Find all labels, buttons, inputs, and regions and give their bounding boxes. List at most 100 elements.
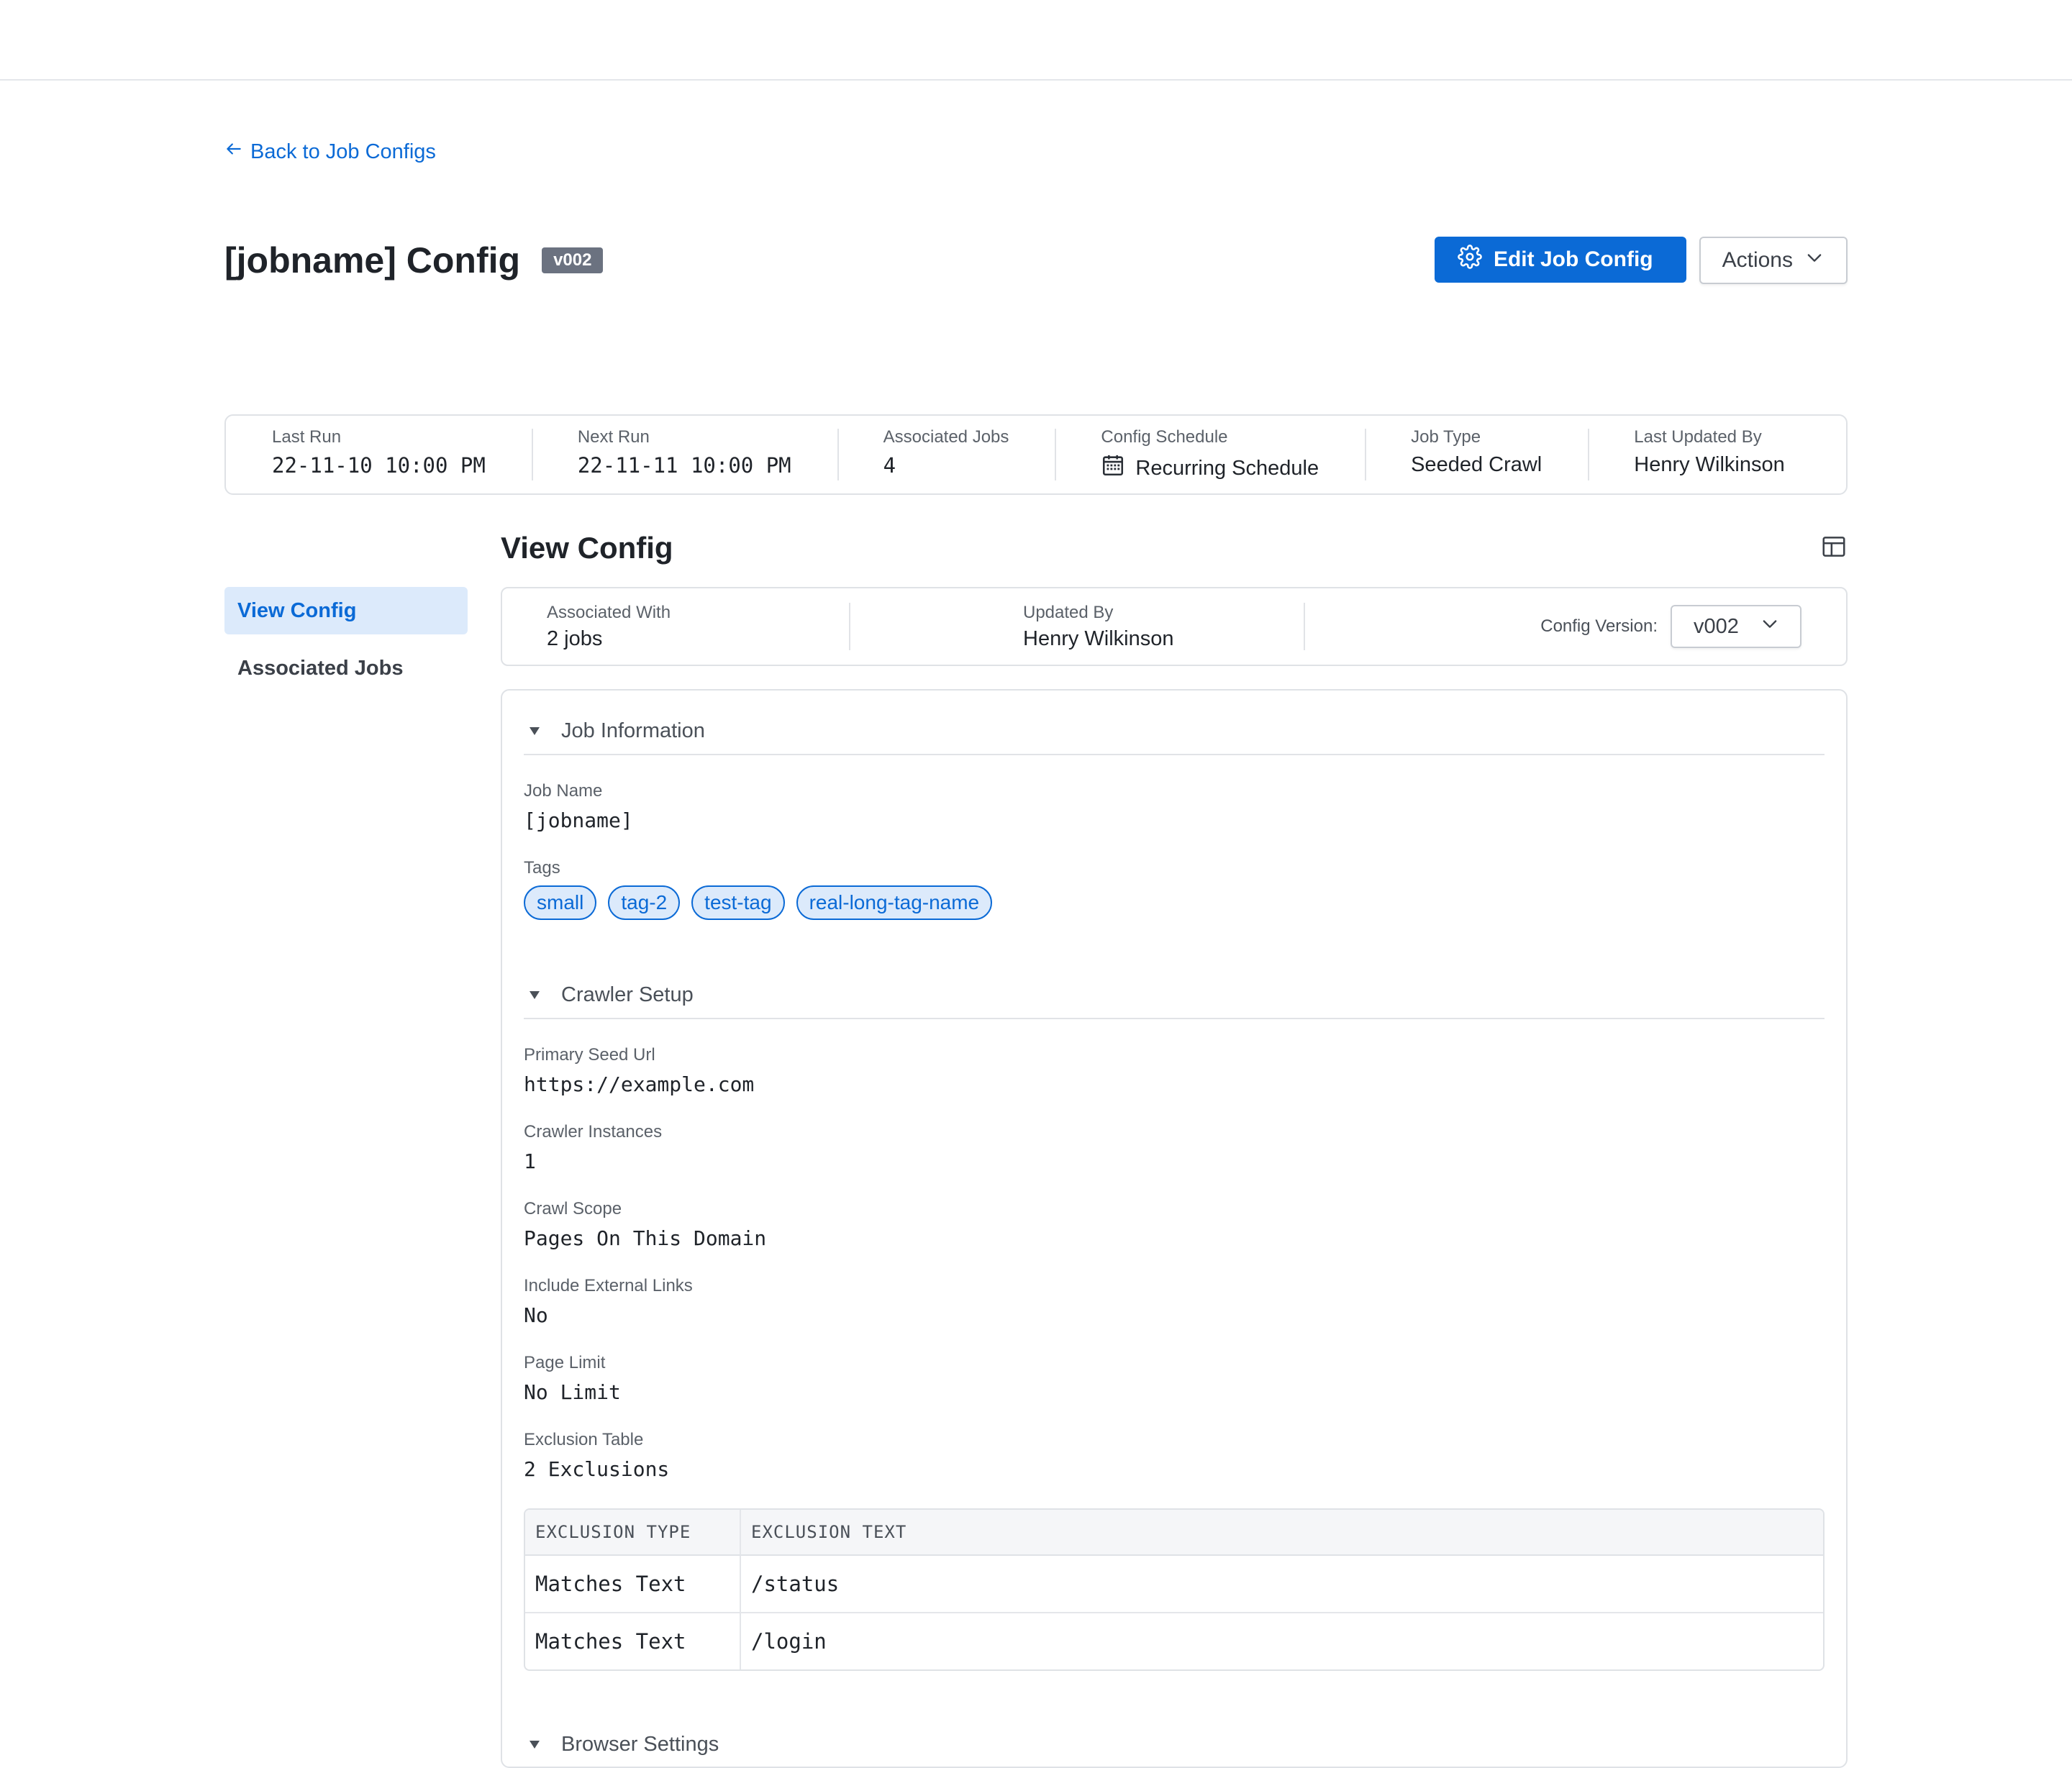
- stat-associated-jobs: Associated Jobs 4: [837, 416, 1055, 493]
- stat-last-run: Last Run 22-11-10 10:00 PM: [226, 416, 532, 493]
- tag: tag-2: [608, 885, 681, 920]
- divider: [1304, 603, 1305, 650]
- back-to-job-configs-link[interactable]: Back to Job Configs: [224, 140, 436, 164]
- field-label: Crawler Instances: [524, 1122, 663, 1142]
- top-bar: [0, 0, 2072, 81]
- section-heading: Job Information: [561, 719, 705, 742]
- config-version-label: Config Version:: [1540, 616, 1658, 636]
- field-primary-seed-url: Primary Seed Url https://example.com: [524, 1045, 1825, 1096]
- stat-label: Job Type: [1411, 427, 1481, 447]
- sidebar-item-view-config[interactable]: View Config: [224, 587, 468, 634]
- updated-by-value: Henry Wilkinson: [1023, 626, 1174, 650]
- section-heading: Crawler Setup: [561, 983, 694, 1006]
- calendar-icon: [1101, 453, 1125, 483]
- field-value: Pages On This Domain: [524, 1226, 767, 1250]
- actions-button[interactable]: Actions: [1699, 237, 1848, 284]
- updated-by: Updated By Henry Wilkinson: [850, 603, 1304, 651]
- main-content: View Config Associated With 2 jobs Updat…: [501, 527, 1848, 1768]
- section-header-browser-settings[interactable]: Browser Settings: [524, 1721, 1825, 1767]
- table-cell: Matches Text: [525, 1613, 741, 1669]
- edit-job-config-button[interactable]: Edit Job Config: [1434, 237, 1686, 283]
- tag: small: [524, 885, 597, 920]
- field-label: Primary Seed Url: [524, 1045, 655, 1065]
- updated-by-label: Updated By: [1023, 602, 1114, 622]
- stat-last-updated-by: Last Updated By Henry Wilkinson: [1588, 416, 1831, 493]
- caret-down-icon: [530, 1740, 540, 1749]
- field-page-limit: Page Limit No Limit: [524, 1353, 1825, 1404]
- stat-next-run: Next Run 22-11-11 10:00 PM: [531, 416, 837, 493]
- main-header: View Config: [501, 527, 1848, 570]
- stat-label: Associated Jobs: [883, 427, 1009, 447]
- stat-job-type: Job Type Seeded Crawl: [1365, 416, 1588, 493]
- stat-value: 4: [883, 453, 896, 478]
- stat-config-schedule: Config Schedule Recurring Schedule: [1055, 416, 1365, 493]
- table-cell: Matches Text: [525, 1556, 741, 1613]
- stat-label: Next Run: [577, 427, 650, 447]
- stat-label: Last Updated By: [1634, 427, 1762, 447]
- side-navigation: View Config Associated Jobs: [224, 587, 468, 702]
- config-version-value: v002: [1694, 614, 1739, 638]
- tag: real-long-tag-name: [796, 885, 993, 920]
- section-title: View Config: [501, 531, 673, 565]
- field-label: Tags: [524, 858, 560, 878]
- layout-toggle-icon[interactable]: [1820, 533, 1848, 564]
- associated-with-label: Associated With: [547, 602, 671, 622]
- associated-with-value: 2 jobs: [547, 626, 603, 650]
- column-header-exclusion-text: EXCLUSION TEXT: [741, 1510, 1823, 1556]
- stat-value: Recurring Schedule: [1135, 456, 1319, 480]
- field-value: 1: [524, 1149, 536, 1173]
- table-header-row: EXCLUSION TYPE EXCLUSION TEXT: [525, 1510, 1823, 1556]
- tag-list: small tag-2 test-tag real-long-tag-name: [524, 885, 1825, 920]
- section-header-crawler-setup[interactable]: Crawler Setup: [524, 972, 1825, 1019]
- field-value: [jobname]: [524, 808, 633, 832]
- stat-label: Config Schedule: [1101, 427, 1228, 447]
- caret-down-icon: [530, 990, 540, 999]
- field-label: Crawl Scope: [524, 1199, 622, 1218]
- page-title: [jobname] Config: [224, 240, 521, 281]
- chevron-down-icon: [1760, 614, 1780, 639]
- field-tags: Tags small tag-2 test-tag real-long-tag-…: [524, 858, 1825, 920]
- field-crawler-instances: Crawler Instances 1: [524, 1122, 1825, 1173]
- caret-down-icon: [530, 726, 540, 735]
- sidebar-item-associated-jobs[interactable]: Associated Jobs: [224, 644, 468, 692]
- config-meta-bar: Associated With 2 jobs Updated By Henry …: [501, 587, 1848, 666]
- stat-label: Last Run: [272, 427, 342, 447]
- title-actions: Edit Job Config Actions: [1434, 237, 1848, 284]
- summary-stats-bar: Last Run 22-11-10 10:00 PM Next Run 22-1…: [224, 414, 1848, 495]
- section-header-job-information[interactable]: Job Information: [524, 708, 1825, 755]
- field-job-name: Job Name [jobname]: [524, 781, 1825, 832]
- arrow-left-icon: [224, 140, 243, 164]
- field-exclusion-table: Exclusion Table 2 Exclusions: [524, 1430, 1825, 1481]
- gear-icon: [1458, 245, 1482, 275]
- chevron-down-icon: [1804, 247, 1825, 273]
- field-include-external-links: Include External Links No: [524, 1276, 1825, 1327]
- actions-button-label: Actions: [1722, 248, 1793, 272]
- config-details-panel: Job Information Job Name [jobname] Tags …: [501, 689, 1848, 1768]
- tag: test-tag: [691, 885, 785, 920]
- field-value: https://example.com: [524, 1072, 755, 1096]
- stat-value: Seeded Crawl: [1411, 453, 1542, 476]
- config-version-selector: Config Version: v002: [1540, 605, 1801, 648]
- column-header-exclusion-type: EXCLUSION TYPE: [525, 1510, 741, 1556]
- config-version-select[interactable]: v002: [1671, 605, 1801, 648]
- field-label: Exclusion Table: [524, 1430, 644, 1449]
- back-link-label: Back to Job Configs: [250, 140, 436, 163]
- field-value: No: [524, 1303, 548, 1327]
- title-row: [jobname] Config v002 Edit Job Config Ac…: [224, 232, 1848, 289]
- table-cell: /status: [741, 1556, 1823, 1613]
- field-label: Page Limit: [524, 1353, 606, 1372]
- stat-value-row: Recurring Schedule: [1101, 453, 1319, 483]
- field-value: 2 Exclusions: [524, 1457, 670, 1481]
- field-value: No Limit: [524, 1380, 621, 1404]
- stat-value: Henry Wilkinson: [1634, 453, 1785, 476]
- field-label: Include External Links: [524, 1276, 693, 1295]
- edit-button-label: Edit Job Config: [1493, 247, 1653, 271]
- table-row: Matches Text /status: [525, 1556, 1823, 1613]
- field-label: Job Name: [524, 781, 603, 801]
- table-cell: /login: [751, 1629, 827, 1654]
- stat-value: 22-11-11 10:00 PM: [577, 453, 791, 478]
- field-crawl-scope: Crawl Scope Pages On This Domain: [524, 1199, 1825, 1250]
- associated-with: Associated With 2 jobs: [502, 603, 849, 651]
- table-row: Matches Text /login: [525, 1613, 1823, 1669]
- exclusion-table: EXCLUSION TYPE EXCLUSION TEXT Matches Te…: [524, 1508, 1825, 1671]
